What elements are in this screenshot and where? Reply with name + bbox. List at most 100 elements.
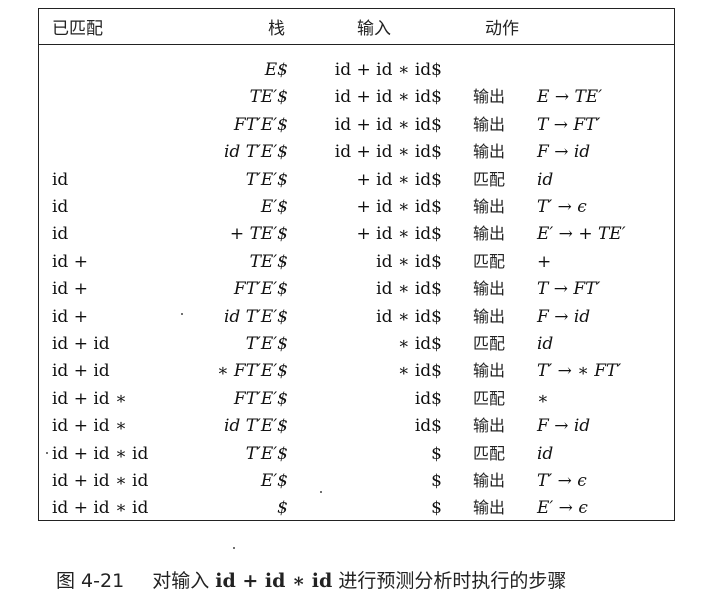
cell-input: id ∗ id$: [376, 306, 442, 327]
cell-action-detail: id: [537, 334, 554, 354]
cell-stack: T′E′$: [245, 443, 288, 464]
cell-matched: id +: [52, 251, 88, 272]
table-row: id + id ∗ FT′E′$ ∗ id$ 输出 T′ → ∗ FT′: [0, 358, 712, 384]
table-row: TE′$ id + id ∗ id$ 输出 E → TE′: [0, 84, 712, 110]
cell-action-detail: E → TE′: [537, 87, 603, 108]
cell-matched: id + id ∗ id: [52, 443, 149, 464]
table-row: FT′E′$ id + id ∗ id$ 输出 T → FT′: [0, 112, 712, 138]
cell-input: id + id ∗ id$: [334, 142, 442, 163]
figure-caption: 图 4-21 对输入 id + id ∗ id 进行预测分析时执行的步骤: [56, 566, 566, 593]
cell-stack: TE′$: [249, 87, 288, 108]
cell-matched: id + id ∗: [52, 388, 127, 409]
cell-action-detail: T′ → ϵ: [537, 471, 587, 491]
cell-stack: TE′$: [249, 251, 288, 272]
cell-action-detail: F → id: [537, 142, 591, 163]
cell-stack: FT′E′$: [233, 114, 288, 135]
cell-action-detail: E′ → ϵ: [537, 498, 588, 519]
cell-stack: ∗ FT′E′$: [216, 361, 288, 382]
cell-stack: + TE′$: [229, 224, 288, 245]
scan-speck: [46, 452, 48, 454]
table-row: id + id T′E′$ id ∗ id$ 输出 F → id: [0, 304, 712, 330]
caption-text-before: 对输入: [152, 570, 210, 592]
cell-input: $: [431, 498, 442, 519]
scan-speck: [233, 547, 235, 549]
cell-input: id + id ∗ id$: [334, 114, 442, 135]
cell-action-kind: 匹配: [473, 388, 506, 408]
cell-action-kind: 输出: [473, 224, 506, 244]
header-input: 输入: [357, 19, 391, 39]
cell-action-detail: T′ → ϵ: [537, 197, 587, 217]
cell-action-kind: 输出: [473, 498, 506, 518]
cell-stack: T′E′$: [245, 334, 288, 354]
table-row: id + id ∗ id T′E′$ id$ 输出 F → id: [0, 413, 712, 439]
cell-input: + id ∗ id$: [356, 197, 442, 217]
cell-action-kind: 输出: [473, 114, 506, 134]
cell-stack: E′$: [260, 471, 288, 491]
cell-action-detail: T → FT′: [537, 279, 601, 300]
cell-action-detail: T → FT′: [537, 114, 601, 135]
caption-expression: id + id ∗ id: [215, 570, 333, 592]
header-action: 动作: [485, 19, 519, 39]
header-stack: 栈: [268, 19, 285, 39]
table-row: id T′E′$ id + id ∗ id$ 输出 F → id: [0, 139, 712, 165]
cell-matched: id + id: [52, 334, 110, 354]
cell-stack: id T′E′$: [223, 306, 288, 327]
cell-input: + id ∗ id$: [356, 169, 442, 190]
cell-action-detail: ∗: [537, 388, 549, 409]
table-row: id + id ∗ id T′E′$ $ 匹配 id: [0, 441, 712, 467]
cell-stack: FT′E′$: [233, 388, 288, 409]
table-row: id + FT′E′$ id ∗ id$ 输出 T → FT′: [0, 276, 712, 302]
caption-text-after: 进行预测分析时执行的步骤: [338, 570, 567, 592]
cell-action-kind: 输出: [473, 279, 506, 299]
table-row: E$ id + id ∗ id$: [0, 57, 712, 83]
cell-input: + id ∗ id$: [356, 224, 442, 245]
cell-matched: id +: [52, 279, 88, 300]
cell-matched: id: [52, 169, 69, 190]
cell-action-kind: 输出: [473, 306, 506, 326]
table-row: id E′$ + id ∗ id$ 输出 T′ → ϵ: [0, 194, 712, 220]
cell-action-kind: 匹配: [473, 251, 506, 271]
cell-matched: id: [52, 224, 69, 245]
cell-action-kind: 匹配: [473, 334, 506, 353]
cell-action-detail: E′ → + TE′: [537, 224, 626, 245]
cell-matched: id + id ∗ id: [52, 471, 149, 491]
cell-action-detail: F → id: [537, 416, 591, 437]
cell-action-kind: 输出: [473, 361, 506, 381]
cell-matched: id + id ∗ id: [52, 498, 149, 519]
cell-input: $: [431, 471, 442, 491]
cell-input: id ∗ id$: [376, 279, 442, 300]
scan-speck: [181, 313, 183, 315]
table-row: id T′E′$ + id ∗ id$ 匹配 id: [0, 167, 712, 193]
table-row: id + id ∗ id E′$ $ 输出 T′ → ϵ: [0, 468, 712, 494]
scan-speck: [320, 491, 322, 493]
cell-action-kind: 输出: [473, 197, 506, 216]
cell-action-kind: 输出: [473, 416, 506, 436]
cell-stack: E$: [264, 60, 288, 80]
cell-action-detail: id: [537, 443, 554, 464]
cell-input: $: [431, 443, 442, 464]
cell-stack: E′$: [260, 197, 288, 217]
figure-number: 图 4-21: [56, 570, 125, 592]
cell-input: id$: [414, 416, 442, 437]
table-row: id + TE′$ + id ∗ id$ 输出 E′ → + TE′: [0, 221, 712, 247]
table-row: id + TE′$ id ∗ id$ 匹配 +: [0, 249, 712, 275]
cell-action-kind: 输出: [473, 471, 506, 490]
cell-input: ∗ id$: [397, 361, 442, 382]
cell-matched: id + id: [52, 361, 110, 382]
cell-matched: id: [52, 197, 69, 217]
cell-matched: id + id ∗: [52, 416, 127, 437]
cell-action-kind: 输出: [473, 87, 506, 107]
cell-stack: $: [277, 498, 288, 519]
table-row: id + id ∗ FT′E′$ id$ 匹配 ∗: [0, 386, 712, 412]
cell-action-detail: id: [537, 169, 554, 190]
cell-stack: id T′E′$: [223, 416, 288, 437]
cell-stack: T′E′$: [245, 169, 288, 190]
cell-action-kind: 匹配: [473, 169, 506, 189]
header-rule: [38, 44, 675, 45]
table-row: id + id T′E′$ ∗ id$ 匹配 id: [0, 331, 712, 357]
cell-stack: id T′E′$: [223, 142, 288, 163]
cell-action-kind: 匹配: [473, 443, 506, 463]
cell-input: ∗ id$: [397, 334, 442, 354]
cell-input: id$: [414, 388, 442, 409]
cell-action-detail: F → id: [537, 306, 591, 327]
